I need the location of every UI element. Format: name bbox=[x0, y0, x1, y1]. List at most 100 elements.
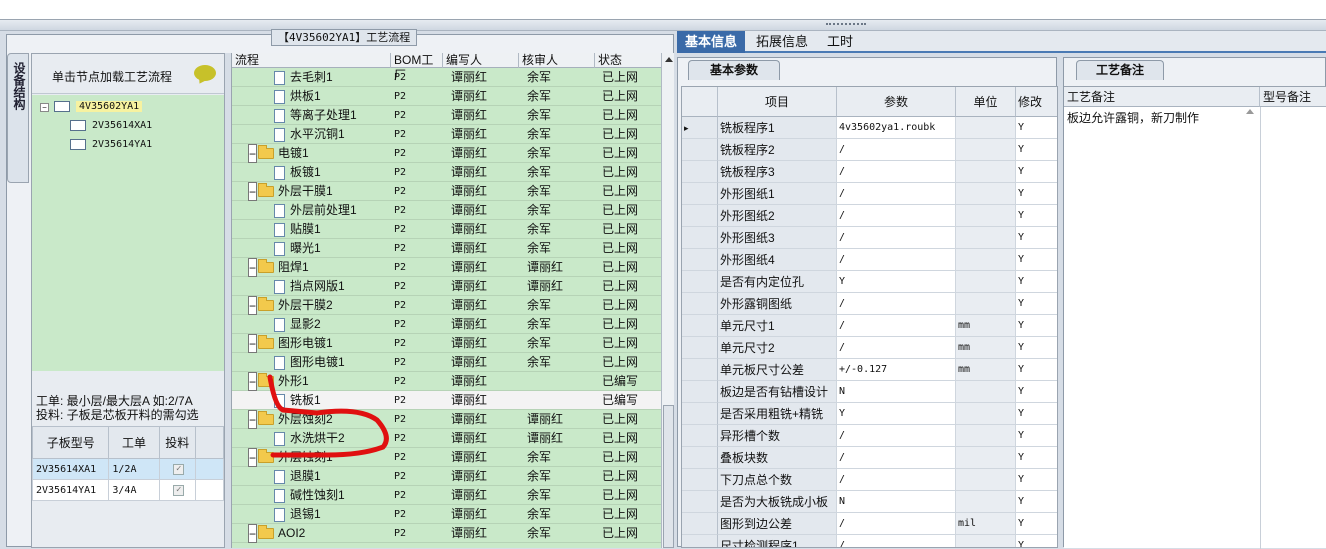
process-row[interactable]: 等离子处理1 P2 谭丽红 余军 已上网 bbox=[232, 106, 661, 125]
param-unit[interactable] bbox=[956, 381, 1016, 403]
process-row[interactable]: − 外层干膜2 P2 谭丽红 余军 已上网 bbox=[232, 296, 661, 315]
param-row[interactable]: 下刀点总个数 / Y bbox=[682, 469, 1057, 491]
process-row[interactable]: 贴膜1 P2 谭丽红 余军 已上网 bbox=[232, 220, 661, 239]
process-row[interactable]: 铣板1 P2 谭丽红 已编写 bbox=[232, 391, 661, 410]
process-row[interactable]: − 外层干膜1 P2 谭丽红 余军 已上网 bbox=[232, 182, 661, 201]
param-modify[interactable]: Y bbox=[1016, 381, 1057, 403]
param-modify[interactable]: Y bbox=[1016, 139, 1057, 161]
table-row[interactable]: 2V35614YA1 3/4A ✓ bbox=[31, 479, 225, 501]
row-header[interactable] bbox=[682, 293, 718, 315]
param-unit[interactable] bbox=[956, 139, 1016, 161]
param-modify[interactable]: Y bbox=[1016, 293, 1057, 315]
process-row[interactable]: − 电镀1 P2 谭丽红 余军 已上网 bbox=[232, 144, 661, 163]
col-header[interactable]: 状态 bbox=[595, 53, 661, 68]
param-row[interactable]: 叠板块数 / Y bbox=[682, 447, 1057, 469]
param-unit[interactable] bbox=[956, 293, 1016, 315]
param-unit[interactable] bbox=[956, 403, 1016, 425]
param-row[interactable]: 尺寸检测程序1/ Y bbox=[682, 535, 1057, 547]
process-row[interactable]: 显影2 P2 谭丽红 余军 已上网 bbox=[232, 315, 661, 334]
param-modify[interactable]: Y bbox=[1016, 403, 1057, 425]
param-unit[interactable] bbox=[956, 469, 1016, 491]
tab-equipment-structure[interactable]: 设备结构 bbox=[7, 53, 29, 183]
tab-work-hours[interactable]: 工时 bbox=[819, 31, 861, 53]
process-row[interactable]: 碱性蚀刻1 P2 谭丽红 余军 已上网 bbox=[232, 486, 661, 505]
param-value[interactable]: / bbox=[837, 183, 956, 205]
col-header[interactable]: 流程 bbox=[232, 53, 391, 68]
row-header[interactable] bbox=[682, 315, 718, 337]
row-header[interactable]: ▸ bbox=[682, 117, 718, 139]
param-unit[interactable]: mm bbox=[956, 315, 1016, 337]
param-value[interactable]: / bbox=[837, 161, 956, 183]
row-header[interactable] bbox=[682, 337, 718, 359]
param-unit[interactable]: mm bbox=[956, 359, 1016, 381]
process-row[interactable]: 退膜1 P2 谭丽红 余军 已上网 bbox=[232, 467, 661, 486]
collapse-icon[interactable]: − bbox=[248, 144, 257, 163]
collapse-icon[interactable]: − bbox=[248, 410, 257, 429]
param-modify[interactable]: Y bbox=[1016, 271, 1057, 293]
col-header[interactable]: 项目 bbox=[718, 87, 837, 117]
row-header[interactable] bbox=[682, 469, 718, 491]
row-header[interactable] bbox=[682, 271, 718, 293]
param-unit[interactable] bbox=[956, 183, 1016, 205]
table-row[interactable]: 2V35614XA1 1/2A ✓ bbox=[31, 458, 225, 480]
row-header[interactable] bbox=[682, 227, 718, 249]
process-row[interactable]: − 外形1 P2 谭丽红 已编写 bbox=[232, 372, 661, 391]
collapse-icon[interactable]: − bbox=[248, 448, 257, 467]
process-row[interactable]: − 图形电镀1 P2 谭丽红 余军 已上网 bbox=[232, 334, 661, 353]
process-row[interactable]: 外层前处理1 P2 谭丽红 余军 已上网 bbox=[232, 201, 661, 220]
row-header[interactable] bbox=[682, 491, 718, 513]
col-header[interactable]: 修改 bbox=[1016, 87, 1057, 117]
param-value[interactable]: Y bbox=[837, 403, 956, 425]
param-modify[interactable]: Y bbox=[1016, 491, 1057, 513]
param-modify[interactable]: Y bbox=[1016, 117, 1057, 139]
row-header[interactable] bbox=[682, 183, 718, 205]
param-row[interactable]: 是否有内定位孔 Y Y bbox=[682, 271, 1057, 293]
param-row[interactable]: 是否采用粗铣+精铣 Y Y bbox=[682, 403, 1057, 425]
param-unit[interactable] bbox=[956, 447, 1016, 469]
param-value[interactable]: 4v35602ya1.roubk bbox=[837, 117, 956, 139]
row-header[interactable] bbox=[682, 381, 718, 403]
param-unit[interactable] bbox=[956, 425, 1016, 447]
process-row[interactable]: 去毛刺1 P2 谭丽红 余军 已上网 bbox=[232, 68, 661, 87]
param-modify[interactable]: Y bbox=[1016, 227, 1057, 249]
col-header[interactable]: 子板型号 bbox=[31, 426, 110, 459]
param-unit[interactable] bbox=[956, 491, 1016, 513]
param-modify[interactable]: Y bbox=[1016, 425, 1057, 447]
collapse-icon[interactable]: − bbox=[248, 524, 257, 543]
collapse-icon[interactable]: − bbox=[40, 103, 49, 112]
col-header[interactable]: 参数 bbox=[837, 87, 956, 117]
process-row[interactable]: 水洗烘干2 P2 谭丽红 谭丽红 已上网 bbox=[232, 429, 661, 448]
process-row[interactable]: 曝光1 P2 谭丽红 余军 已上网 bbox=[232, 239, 661, 258]
param-value[interactable]: / bbox=[837, 469, 956, 491]
process-row[interactable]: 烘板1 P2 谭丽红 余军 已上网 bbox=[232, 87, 661, 106]
param-value[interactable]: / bbox=[837, 447, 956, 469]
col-header[interactable]: 核审人 bbox=[519, 53, 595, 68]
param-value[interactable]: / bbox=[837, 425, 956, 447]
param-modify[interactable]: Y bbox=[1016, 513, 1057, 535]
row-header[interactable] bbox=[682, 249, 718, 271]
tree-node-root[interactable]: 4V35602YA1 bbox=[54, 99, 143, 115]
col-header[interactable]: 工单 bbox=[108, 426, 160, 459]
param-modify[interactable]: Y bbox=[1016, 249, 1057, 271]
scroll-up-icon[interactable] bbox=[1246, 109, 1254, 114]
collapse-icon[interactable]: − bbox=[248, 372, 257, 391]
order-cell[interactable]: 1/2A bbox=[108, 458, 160, 480]
param-value[interactable]: / bbox=[837, 337, 956, 359]
col-header[interactable]: 编写人 bbox=[443, 53, 519, 68]
param-value[interactable]: / bbox=[837, 249, 956, 271]
splitter-grip[interactable] bbox=[826, 23, 866, 26]
feed-checkbox[interactable]: ✓ bbox=[173, 485, 185, 496]
param-modify[interactable]: Y bbox=[1016, 315, 1057, 337]
param-value[interactable]: / bbox=[837, 227, 956, 249]
param-value[interactable]: +/-0.127 bbox=[837, 359, 956, 381]
param-row[interactable]: 板边是否有钻槽设计 N Y bbox=[682, 381, 1057, 403]
process-row[interactable]: − 外层蚀刻2 P2 谭丽红 谭丽红 已上网 bbox=[232, 410, 661, 429]
param-row[interactable]: 外形图纸1/ Y bbox=[682, 183, 1057, 205]
param-row[interactable]: 外形露铜图纸 / Y bbox=[682, 293, 1057, 315]
col-header[interactable]: 投料 bbox=[158, 426, 196, 459]
param-value[interactable]: / bbox=[837, 535, 956, 547]
col-header[interactable]: 单位 bbox=[956, 87, 1016, 117]
collapse-icon[interactable]: − bbox=[248, 334, 257, 353]
row-header[interactable] bbox=[682, 359, 718, 381]
param-row[interactable]: 铣板程序3/ Y bbox=[682, 161, 1057, 183]
